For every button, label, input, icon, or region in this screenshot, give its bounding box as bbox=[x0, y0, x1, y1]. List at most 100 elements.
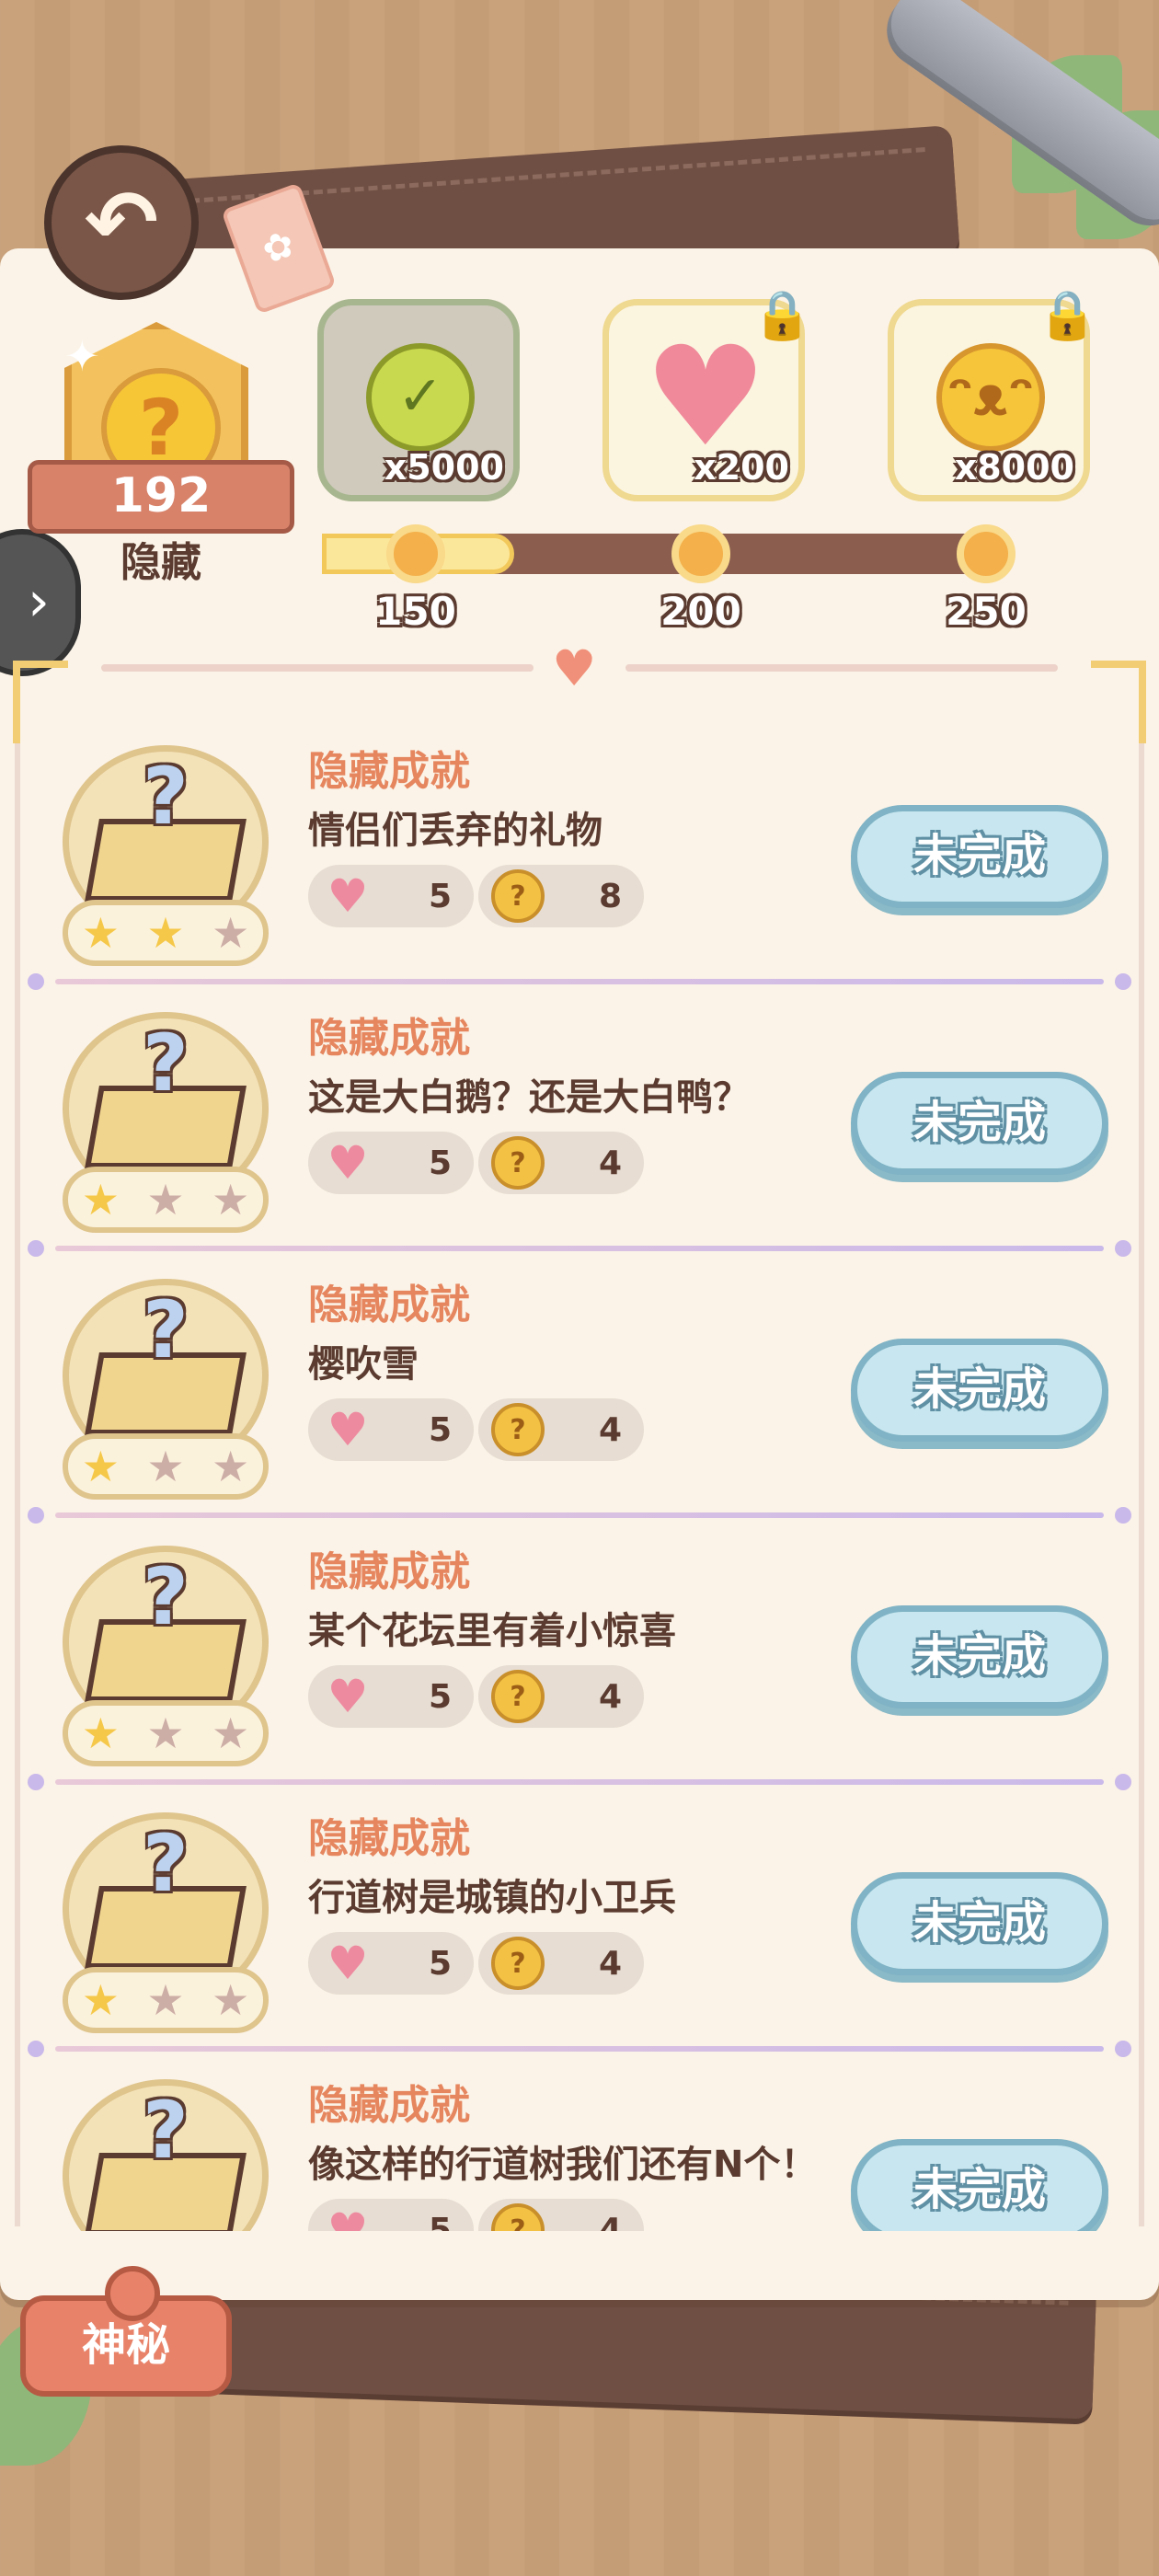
star-icon: ★ bbox=[212, 1975, 250, 2025]
heart-reward-value: 5 bbox=[428, 877, 452, 915]
coin-reward: ? 4 bbox=[478, 1665, 644, 1728]
heart-icon: ♥ bbox=[327, 1937, 369, 1990]
star-rating: ★ ★ ★ bbox=[63, 1967, 269, 2033]
achievement-emblem: ? ★ ★ ★ bbox=[55, 745, 276, 966]
back-button[interactable]: ↶ bbox=[44, 145, 199, 300]
star-icon: ★ bbox=[146, 1442, 185, 1491]
divider-line bbox=[625, 664, 1058, 672]
reward-amount: x200 bbox=[694, 447, 789, 488]
tab-mystery[interactable]: 神秘 bbox=[20, 2266, 232, 2397]
achievement-list[interactable]: ? ★ ★ ★ 隐藏成就 情侣们丢弃的礼物 ♥ 5 ? 8 未完成 ? ★ ★ bbox=[0, 718, 1159, 2231]
coin-icon: ? bbox=[491, 2203, 545, 2231]
coin-reward: ? 8 bbox=[478, 865, 644, 927]
category-count: 192 bbox=[28, 460, 294, 534]
coin-icon: ? bbox=[491, 1937, 545, 1990]
achievement-emblem: ? ★ ★ ★ bbox=[55, 1279, 276, 1500]
star-icon: ★ bbox=[212, 1175, 250, 1225]
milestone-label: 150 bbox=[375, 589, 456, 634]
divider-line bbox=[101, 664, 534, 672]
heart-reward: ♥ 5 bbox=[308, 1398, 474, 1461]
heart-icon: ♥ bbox=[327, 1670, 369, 1723]
coin-reward-value: 8 bbox=[598, 877, 622, 915]
progress-node bbox=[957, 524, 1016, 583]
coin-reward-value: 4 bbox=[598, 1677, 622, 1716]
lock-icon: 🔒 bbox=[1038, 288, 1097, 343]
check-coin-icon: ✓ bbox=[366, 343, 475, 452]
achievement-title: 隐藏成就 bbox=[308, 748, 470, 795]
question-mark-icon: ? bbox=[143, 1818, 189, 1910]
achievement-description: 像这样的行道树我们还有N个！ bbox=[308, 2144, 818, 2186]
incomplete-button[interactable]: 未完成 bbox=[851, 1605, 1108, 1708]
coin-reward-value: 4 bbox=[598, 1944, 622, 1983]
coin-reward-value: 4 bbox=[598, 1410, 622, 1449]
milestone-label: 250 bbox=[946, 589, 1027, 634]
achievement-description: 行道树是城镇的小卫兵 bbox=[308, 1877, 676, 1919]
milestone-label: 200 bbox=[660, 589, 741, 634]
coin-reward: ? 4 bbox=[478, 1398, 644, 1461]
star-icon: ★ bbox=[212, 1442, 250, 1491]
achievement-title: 隐藏成就 bbox=[308, 1015, 470, 1062]
coin-reward-value: 4 bbox=[598, 2211, 622, 2232]
category-label: 隐藏 bbox=[120, 539, 201, 586]
category-badge: ? ✦ 192 隐藏 bbox=[28, 313, 294, 589]
reward-slot-3[interactable]: ᵔᴥᵔ x8000 🔒 bbox=[888, 288, 1097, 501]
star-icon: ★ bbox=[146, 1975, 185, 2025]
incomplete-button[interactable]: 未完成 bbox=[851, 1872, 1108, 1975]
coin-icon: ? bbox=[491, 869, 545, 923]
reward-slot-2[interactable]: ♥ x200 🔒 bbox=[602, 288, 812, 501]
achievement-title: 隐藏成就 bbox=[308, 2082, 470, 2129]
bunny-coin-icon: ᵔᴥᵔ bbox=[936, 343, 1045, 452]
star-rating: ★ ★ ★ bbox=[63, 1433, 269, 1500]
coin-reward: ? 4 bbox=[478, 2199, 644, 2231]
star-rating: ★ ★ ★ bbox=[63, 900, 269, 966]
progress-node bbox=[671, 524, 730, 583]
heart-reward-value: 5 bbox=[428, 1944, 452, 1983]
reward-slot-1[interactable]: ✓ x5000 bbox=[317, 299, 520, 501]
heart-reward-value: 5 bbox=[428, 1144, 452, 1182]
star-rating: ★ ★ ★ bbox=[63, 1700, 269, 1766]
achievement-emblem: ? ★ ★ ★ bbox=[55, 1812, 276, 2033]
reward-amount: x8000 bbox=[954, 447, 1074, 488]
coin-icon: ? bbox=[491, 1670, 545, 1723]
star-icon: ★ bbox=[212, 908, 250, 958]
achievement-row: ? ★ ★ ★ 隐藏成就 情侣们丢弃的礼物 ♥ 5 ? 8 未完成 bbox=[0, 718, 1159, 990]
incomplete-button[interactable]: 未完成 bbox=[851, 2139, 1108, 2231]
achievement-emblem: ? ★ ★ ★ bbox=[55, 1012, 276, 1233]
question-mark-icon: ? bbox=[143, 751, 189, 843]
achievement-description: 这是大白鹅？还是大白鸭？ bbox=[308, 1076, 750, 1119]
question-mark-icon: ? bbox=[143, 2085, 189, 2177]
star-icon: ★ bbox=[146, 1708, 185, 1758]
coin-icon: ? bbox=[491, 1136, 545, 1190]
heart-icon: ♥ bbox=[327, 1136, 369, 1190]
star-icon: ★ bbox=[212, 1708, 250, 1758]
star-icon: ★ bbox=[146, 1175, 185, 1225]
incomplete-button[interactable]: 未完成 bbox=[851, 1072, 1108, 1175]
achievement-row: ? ★ ★ ★ 隐藏成就 某个花坛里有着小惊喜 ♥ 5 ? 4 未完成 bbox=[0, 1518, 1159, 1790]
achievement-row: ? ★ ★ ★ 隐藏成就 樱吹雪 ♥ 5 ? 4 未完成 bbox=[0, 1251, 1159, 1524]
question-mark-icon: ? bbox=[143, 1551, 189, 1643]
coin-icon: ? bbox=[491, 1403, 545, 1456]
heart-reward-value: 5 bbox=[428, 1677, 452, 1716]
progress-node bbox=[386, 524, 445, 583]
achievement-title: 隐藏成就 bbox=[308, 1548, 470, 1595]
heart-reward: ♥ 5 bbox=[308, 2199, 474, 2231]
star-rating: ★ ★ ★ bbox=[63, 1167, 269, 1233]
achievement-description: 樱吹雪 bbox=[308, 1343, 419, 1386]
incomplete-button[interactable]: 未完成 bbox=[851, 805, 1108, 908]
coin-reward-value: 4 bbox=[598, 1144, 622, 1182]
heart-reward: ♥ 5 bbox=[308, 1932, 474, 1995]
heart-ornament-icon: ♥ bbox=[552, 639, 597, 697]
incomplete-button[interactable]: 未完成 bbox=[851, 1339, 1108, 1442]
achievement-row: ? ★ ★ ★ 隐藏成就 这是大白鹅？还是大白鸭？ ♥ 5 ? 4 未完成 bbox=[0, 984, 1159, 1257]
heart-icon: ♥ bbox=[327, 869, 369, 923]
heart-icon: ♥ bbox=[643, 317, 768, 477]
coin-reward: ? 4 bbox=[478, 1932, 644, 1995]
lock-icon: 🔒 bbox=[752, 288, 812, 343]
heart-icon: ♥ bbox=[327, 1403, 369, 1456]
star-icon: ★ bbox=[81, 1442, 120, 1491]
heart-reward-value: 5 bbox=[428, 2211, 452, 2232]
achievement-row: ? ★ ★ ★ 隐藏成就 行道树是城镇的小卫兵 ♥ 5 ? 4 未完成 bbox=[0, 1785, 1159, 2057]
heart-reward: ♥ 5 bbox=[308, 1132, 474, 1194]
question-mark-icon: ? bbox=[143, 1284, 189, 1376]
heart-icon: ♥ bbox=[327, 2203, 369, 2231]
